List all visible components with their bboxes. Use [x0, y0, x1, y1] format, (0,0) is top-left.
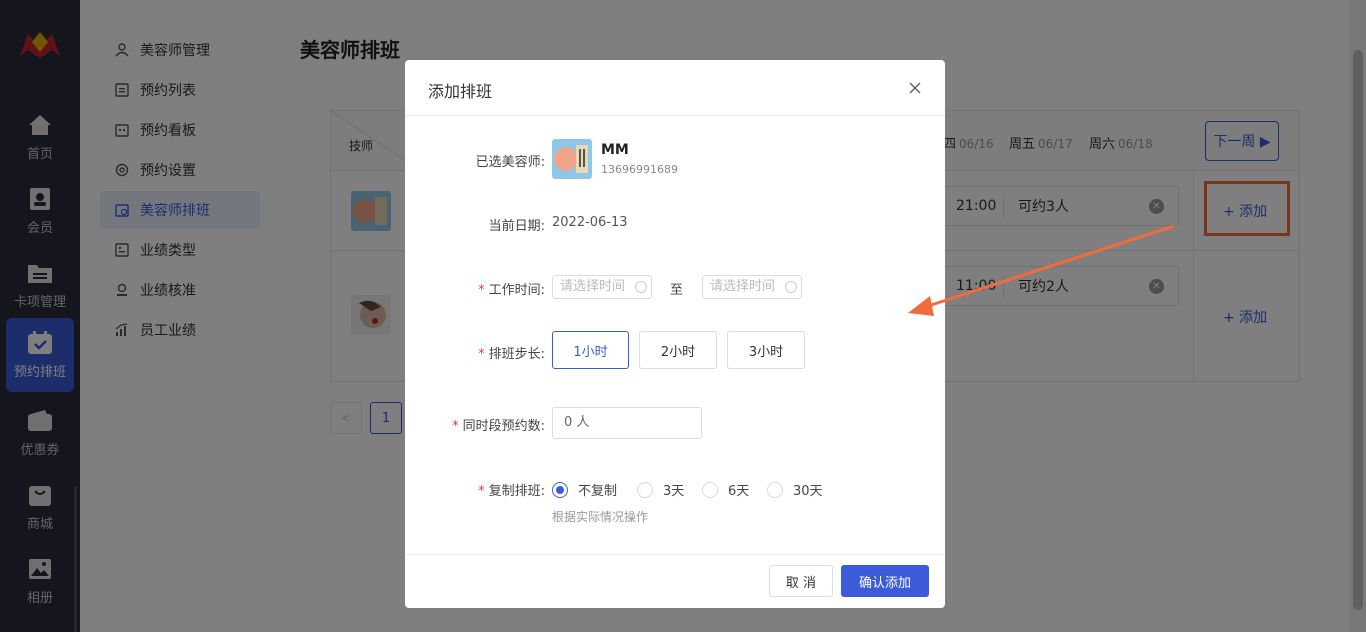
dialog-footer: 取 消 确认添加 — [405, 554, 945, 608]
beautician-phone: 13696991689 — [601, 163, 678, 176]
copy-3d-radio[interactable]: 3天 — [637, 480, 684, 499]
booking-count-input[interactable]: 0 人 — [552, 407, 702, 439]
dialog-title: 添加排班 — [428, 82, 493, 101]
time-range-separator: 至 — [670, 283, 684, 298]
date-label: 当前日期: — [488, 219, 545, 234]
end-time-input[interactable]: 请选择时间 — [702, 275, 802, 299]
beautician-name: MM — [601, 142, 629, 158]
copy-30d-radio[interactable]: 30天 — [767, 480, 823, 499]
add-schedule-dialog: 添加排班 已选美容师: MM 13696991689 当前日期: 2022-06… — [405, 60, 945, 608]
date-value: 2022-06-13 — [552, 215, 628, 230]
step-label: * 排班步长: — [478, 347, 545, 362]
selected-beautician-label: 已选美容师: — [475, 155, 545, 170]
cancel-button[interactable]: 取 消 — [769, 565, 833, 597]
copy-label: * 复制排班: — [478, 484, 545, 499]
step-1h-button[interactable]: 1小时 — [552, 331, 629, 369]
copy-none-radio[interactable]: 不复制 — [552, 480, 617, 499]
clock-icon — [635, 281, 647, 293]
count-label: * 同时段预约数: — [452, 419, 545, 434]
confirm-add-button[interactable]: 确认添加 — [841, 565, 929, 597]
clock-icon — [785, 281, 797, 293]
beautician-avatar — [552, 139, 592, 179]
step-2h-button[interactable]: 2小时 — [639, 331, 717, 369]
copy-hint: 根据实际情况操作 — [552, 510, 649, 524]
work-time-label: * 工作时间: — [478, 283, 545, 298]
close-icon[interactable] — [905, 78, 925, 98]
start-time-input[interactable]: 请选择时间 — [552, 275, 652, 299]
dialog-header: 添加排班 — [405, 60, 945, 116]
step-3h-button[interactable]: 3小时 — [727, 331, 805, 369]
copy-6d-radio[interactable]: 6天 — [702, 480, 749, 499]
